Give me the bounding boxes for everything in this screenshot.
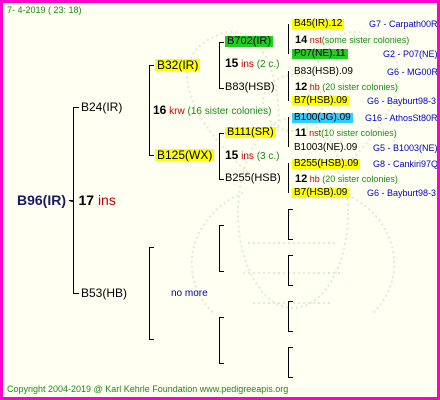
b83-leaves-connector — [288, 71, 289, 101]
gen16-info: 16 krw (16 sister colonies) — [153, 104, 271, 117]
b111-gen-info: 15 ins (3 c.) — [225, 149, 280, 162]
leaf-b7-a[interactable]: B7(HSB).09 — [292, 96, 350, 106]
leaf-gen14-note: (some sister colonies) — [321, 35, 410, 45]
root-queen-note: ins — [97, 192, 116, 208]
b255-queen[interactable]: B255(HSB) — [225, 173, 281, 184]
b702-gen-info: 15 ins (2 c.) — [225, 57, 280, 70]
pedigree-frame: 7- 4-2019 ( 23: 18) B96(IR) - 17 ins B24… — [0, 0, 440, 400]
empty-branch-2 — [219, 317, 220, 363]
empty-leaf-1 — [288, 209, 289, 239]
leaf-gen12-b-note: (20 sister colonies) — [322, 174, 398, 184]
mother-connector — [73, 293, 79, 294]
leaf-gen11: 11 nst(10 sister colonies) — [295, 128, 397, 139]
b111-leaves-connector — [288, 117, 289, 147]
leaf-b255-info: G8 - Cankiri97Q — [373, 159, 439, 169]
leaf-b83-info: G6 - MG00R — [387, 67, 439, 77]
father-queen[interactable]: B24(IR) — [81, 101, 122, 113]
b111-connector — [219, 133, 224, 134]
empty-leaf-1-b — [288, 239, 293, 240]
leaf-b1003-info: G5 - B1003(NE) — [373, 143, 438, 153]
copyright-footer: Copyright 2004-2019 @ Karl Kehrle Founda… — [7, 384, 289, 394]
b111-ins: ins — [241, 151, 254, 162]
empty-leaf-4-b — [288, 377, 293, 378]
empty-branch-1-tick-a — [219, 225, 224, 226]
empty-branch-2-tick-b — [219, 363, 224, 364]
empty-leaf-3-b — [288, 331, 293, 332]
gen16-number: 16 — [153, 103, 167, 117]
leaf-b45[interactable]: B45(IR).12 — [292, 19, 345, 29]
mother-no-more: no more — [171, 288, 208, 299]
root-queen-id: B96(IR) — [17, 192, 67, 208]
empty-leaf-4 — [288, 347, 289, 377]
gen16-note: (16 sister colonies) — [187, 106, 272, 117]
leaf-gen12-b-number: 12 — [295, 173, 308, 185]
leaf-gen14-ins: nst — [309, 35, 322, 45]
leaf-b100[interactable]: B100(JG).09 — [292, 113, 353, 123]
print-date: 7- 4-2019 ( 23: 18) — [7, 5, 82, 15]
b255-connector — [219, 179, 224, 180]
empty-branch-1 — [219, 225, 220, 271]
mother-empty-connector — [149, 247, 150, 339]
empty-leaf-2-a — [288, 255, 293, 256]
b125-connector — [149, 155, 154, 156]
empty-leaf-4-a — [288, 347, 293, 348]
leaf-gen11-ins: nst — [309, 128, 322, 138]
empty-branch-2-tick-a — [219, 317, 224, 318]
b125-children-connector — [219, 133, 220, 179]
gen16-ins: krw — [169, 106, 185, 117]
empty-branch-1-tick-b — [219, 271, 224, 272]
b702-gen: 15 — [225, 56, 239, 70]
b702-ins: ins — [241, 59, 254, 70]
leaf-b7-b[interactable]: B7(HSB).09 — [292, 188, 350, 198]
leaf-gen12-a-ins: hb — [309, 82, 320, 92]
root-queen[interactable]: B96(IR) - 17 ins — [17, 193, 116, 207]
leaf-b7-b-info: G6 - Bayburt98-3 — [367, 188, 437, 198]
leaf-b255[interactable]: B255(HSB).09 — [292, 159, 361, 169]
b702-connector — [219, 42, 224, 43]
leaf-gen12-a: 12 hb (20 sister colonies) — [295, 82, 398, 93]
leaf-p07-info: G2 - P07(NE) — [383, 49, 438, 59]
mother-empty-tick-bottom — [149, 339, 154, 340]
leaf-gen11-number: 11 — [295, 127, 307, 139]
leaf-gen12-b: 12 hb (20 sister colonies) — [295, 174, 398, 185]
b255-leaves-connector — [288, 163, 289, 193]
gen16-connector — [149, 65, 150, 155]
b702-note: (2 c.) — [256, 59, 280, 70]
leaf-b83[interactable]: B83(HSB).09 — [294, 67, 353, 77]
empty-leaf-3 — [288, 301, 289, 331]
leaf-b1003[interactable]: B1003(NE).09 — [294, 143, 357, 153]
mother-queen[interactable]: B53(HB) — [81, 287, 127, 299]
empty-leaf-2-b — [288, 285, 293, 286]
leaf-b45-info: G7 - Carpath00R — [369, 19, 438, 29]
b32-children-connector — [219, 42, 220, 88]
root-queen-gen: 17 — [78, 192, 95, 208]
leaf-gen14-number: 14 — [295, 34, 308, 46]
b111-gen: 15 — [225, 148, 239, 162]
leaf-gen14: 14 nst(some sister colonies) — [295, 35, 409, 46]
b125-queen[interactable]: B125(WX) — [155, 149, 215, 161]
leaf-gen12-a-number: 12 — [295, 81, 308, 93]
leaf-gen12-a-note: (20 sister colonies) — [322, 82, 398, 92]
leaf-p07[interactable]: P07(NE).11 — [292, 49, 348, 59]
empty-leaf-1-a — [288, 209, 293, 210]
leaf-b7-a-info: G6 - Bayburt98-3 — [367, 96, 437, 106]
b111-note: (3 c.) — [256, 151, 280, 162]
b702-queen[interactable]: B702(IR) — [225, 36, 274, 47]
b32-connector — [149, 65, 154, 66]
b83-connector — [219, 88, 224, 89]
father-connector — [73, 107, 79, 108]
b702-leaves-connector — [288, 24, 289, 54]
mother-empty-tick-top — [149, 247, 154, 248]
leaf-b100-info: G16 - AthosSt80R — [365, 113, 438, 123]
b111-queen[interactable]: B111(SR) — [225, 127, 276, 138]
empty-leaf-2 — [288, 255, 289, 285]
empty-leaf-3-a — [288, 301, 293, 302]
b83-queen[interactable]: B83(HSB) — [225, 82, 275, 93]
b32-queen[interactable]: B32(IR) — [155, 59, 201, 71]
leaf-gen11-note: (10 sister colonies) — [321, 128, 397, 138]
leaf-gen12-b-ins: hb — [309, 174, 320, 184]
